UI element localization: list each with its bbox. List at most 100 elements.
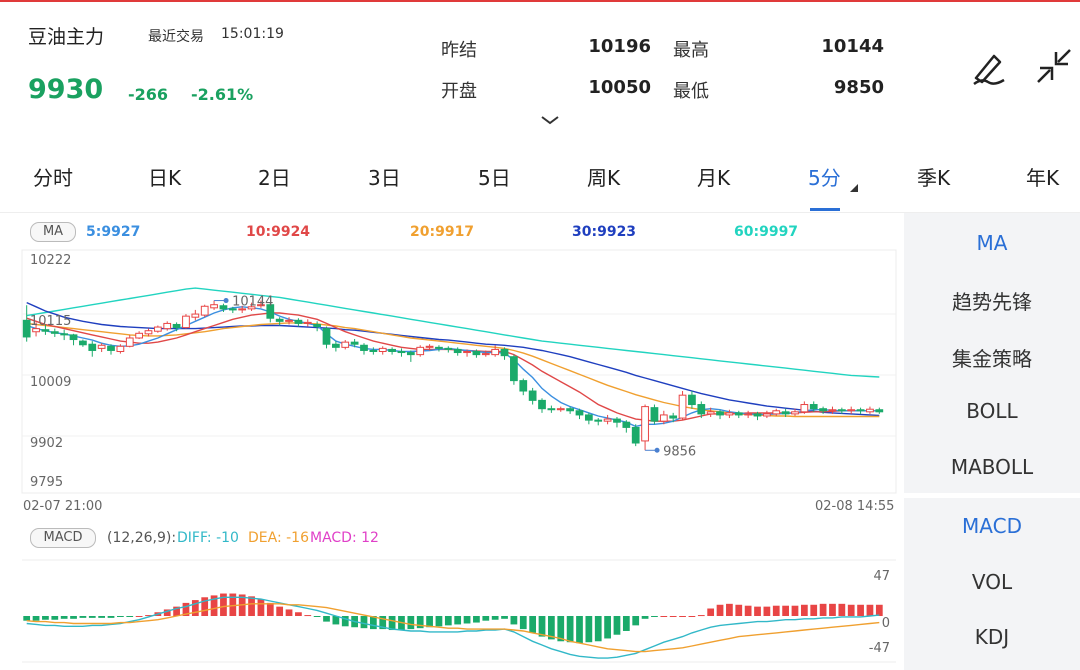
- candle: [182, 314, 190, 329]
- high-marker-dot: [223, 298, 229, 304]
- candle-body: [613, 418, 621, 423]
- macd-hist-bar: [491, 616, 499, 620]
- candle: [369, 347, 378, 355]
- candle-body: [182, 315, 190, 329]
- macd-hist-bar: [800, 604, 808, 616]
- candle-body: [332, 343, 340, 348]
- candle-body: [163, 322, 172, 330]
- candle-body: [79, 340, 87, 346]
- macd-hist-bar: [295, 612, 302, 616]
- candle-body: [791, 411, 799, 415]
- pen-icon[interactable]: [968, 48, 1008, 88]
- macd-hist-bar: [98, 616, 106, 618]
- candle-body: [191, 313, 200, 318]
- macd-hist-bar: [688, 616, 696, 617]
- candle-body: [453, 348, 462, 354]
- candle-body: [725, 412, 734, 416]
- candle-body: [378, 347, 387, 353]
- kline-chart[interactable]: 10144 9856: [0, 0, 904, 670]
- candle-body: [97, 344, 106, 349]
- candle: [97, 343, 106, 353]
- x-label-end: 02-08 14:55: [815, 499, 895, 514]
- candle: [435, 345, 443, 352]
- candle: [856, 407, 865, 414]
- candle-body: [444, 347, 453, 350]
- macd-hist-bar: [791, 605, 799, 616]
- candle: [510, 354, 518, 385]
- candle-body: [744, 413, 753, 416]
- candle: [631, 424, 640, 447]
- ma20-line: [26, 322, 880, 418]
- candle: [556, 406, 565, 412]
- macd-hist-bar: [60, 616, 68, 619]
- candle: [734, 410, 743, 419]
- macd-hist-bar: [135, 616, 143, 617]
- candle: [688, 391, 696, 409]
- candle-body: [659, 414, 668, 422]
- candle-body: [322, 328, 331, 345]
- tab-season[interactable]: 季K: [917, 162, 950, 191]
- candle-body: [350, 341, 359, 345]
- shrink-arrows-icon[interactable]: [1034, 46, 1074, 86]
- tab-year[interactable]: 年K: [1026, 162, 1059, 191]
- candle: [528, 387, 537, 405]
- candle-body: [856, 409, 865, 412]
- candle-body: [397, 351, 406, 354]
- candle: [60, 329, 69, 341]
- y-label-2: 10115: [30, 314, 72, 329]
- candle-body: [500, 348, 509, 357]
- macd-axis-bottom: -47: [868, 641, 890, 656]
- candle-body: [566, 408, 574, 412]
- candle-body: [688, 394, 696, 406]
- x-label-start: 02-07 21:00: [23, 499, 103, 514]
- candle-body: [313, 323, 322, 328]
- macd-hist-bar: [248, 596, 255, 616]
- candle: [210, 300, 218, 310]
- candle: [641, 404, 649, 451]
- macd-hist-bar: [735, 604, 743, 616]
- macd-hist-bar: [416, 616, 424, 629]
- macd-hist-bar: [23, 616, 31, 621]
- candle-body: [88, 343, 97, 351]
- candle-body: [556, 408, 565, 411]
- macd-hist-bar: [454, 616, 462, 625]
- candle: [294, 318, 303, 327]
- indicator-trend[interactable]: 趋势先锋: [904, 286, 1080, 315]
- indicator-ma[interactable]: MA: [904, 231, 1080, 255]
- indicator-kdj[interactable]: KDJ: [904, 625, 1080, 649]
- candle: [875, 407, 884, 414]
- candle-body: [369, 349, 378, 353]
- candle-body: [772, 410, 781, 415]
- indicator-jijin[interactable]: 集金策略: [904, 343, 1080, 372]
- candle: [584, 412, 593, 425]
- y-label-4: 9902: [30, 436, 64, 451]
- low-marker-label: 9856: [663, 444, 696, 459]
- macd-hist-bar: [651, 616, 658, 617]
- candle-body: [294, 319, 303, 324]
- candle-body: [547, 408, 556, 411]
- macd-hist-bar: [313, 616, 321, 617]
- macd-badge[interactable]: MACD: [30, 528, 96, 548]
- candle-body: [116, 345, 125, 353]
- candle: [772, 408, 781, 416]
- indicator-maboll[interactable]: MABOLL: [904, 455, 1080, 479]
- candle-body: [491, 348, 500, 356]
- candle-body: [594, 419, 603, 422]
- macd-hist-bar: [847, 604, 855, 616]
- macd-hist-bar: [829, 603, 836, 616]
- macd-hist-bar: [88, 616, 96, 618]
- candle-body: [538, 399, 546, 410]
- candle-body: [866, 408, 874, 413]
- macd-hist-bar: [697, 615, 705, 617]
- candle: [200, 304, 209, 318]
- indicator-macd[interactable]: MACD: [904, 514, 1080, 538]
- candle: [163, 321, 172, 331]
- ma60-line: [26, 287, 880, 378]
- macd-dea-value: DEA: -16: [248, 530, 309, 546]
- indicator-boll[interactable]: BOLL: [904, 399, 1080, 423]
- candle-body: [875, 409, 884, 413]
- candle: [847, 406, 856, 414]
- candle-body: [828, 409, 837, 412]
- macd-hist-bar: [482, 616, 490, 621]
- indicator-vol[interactable]: VOL: [904, 570, 1080, 594]
